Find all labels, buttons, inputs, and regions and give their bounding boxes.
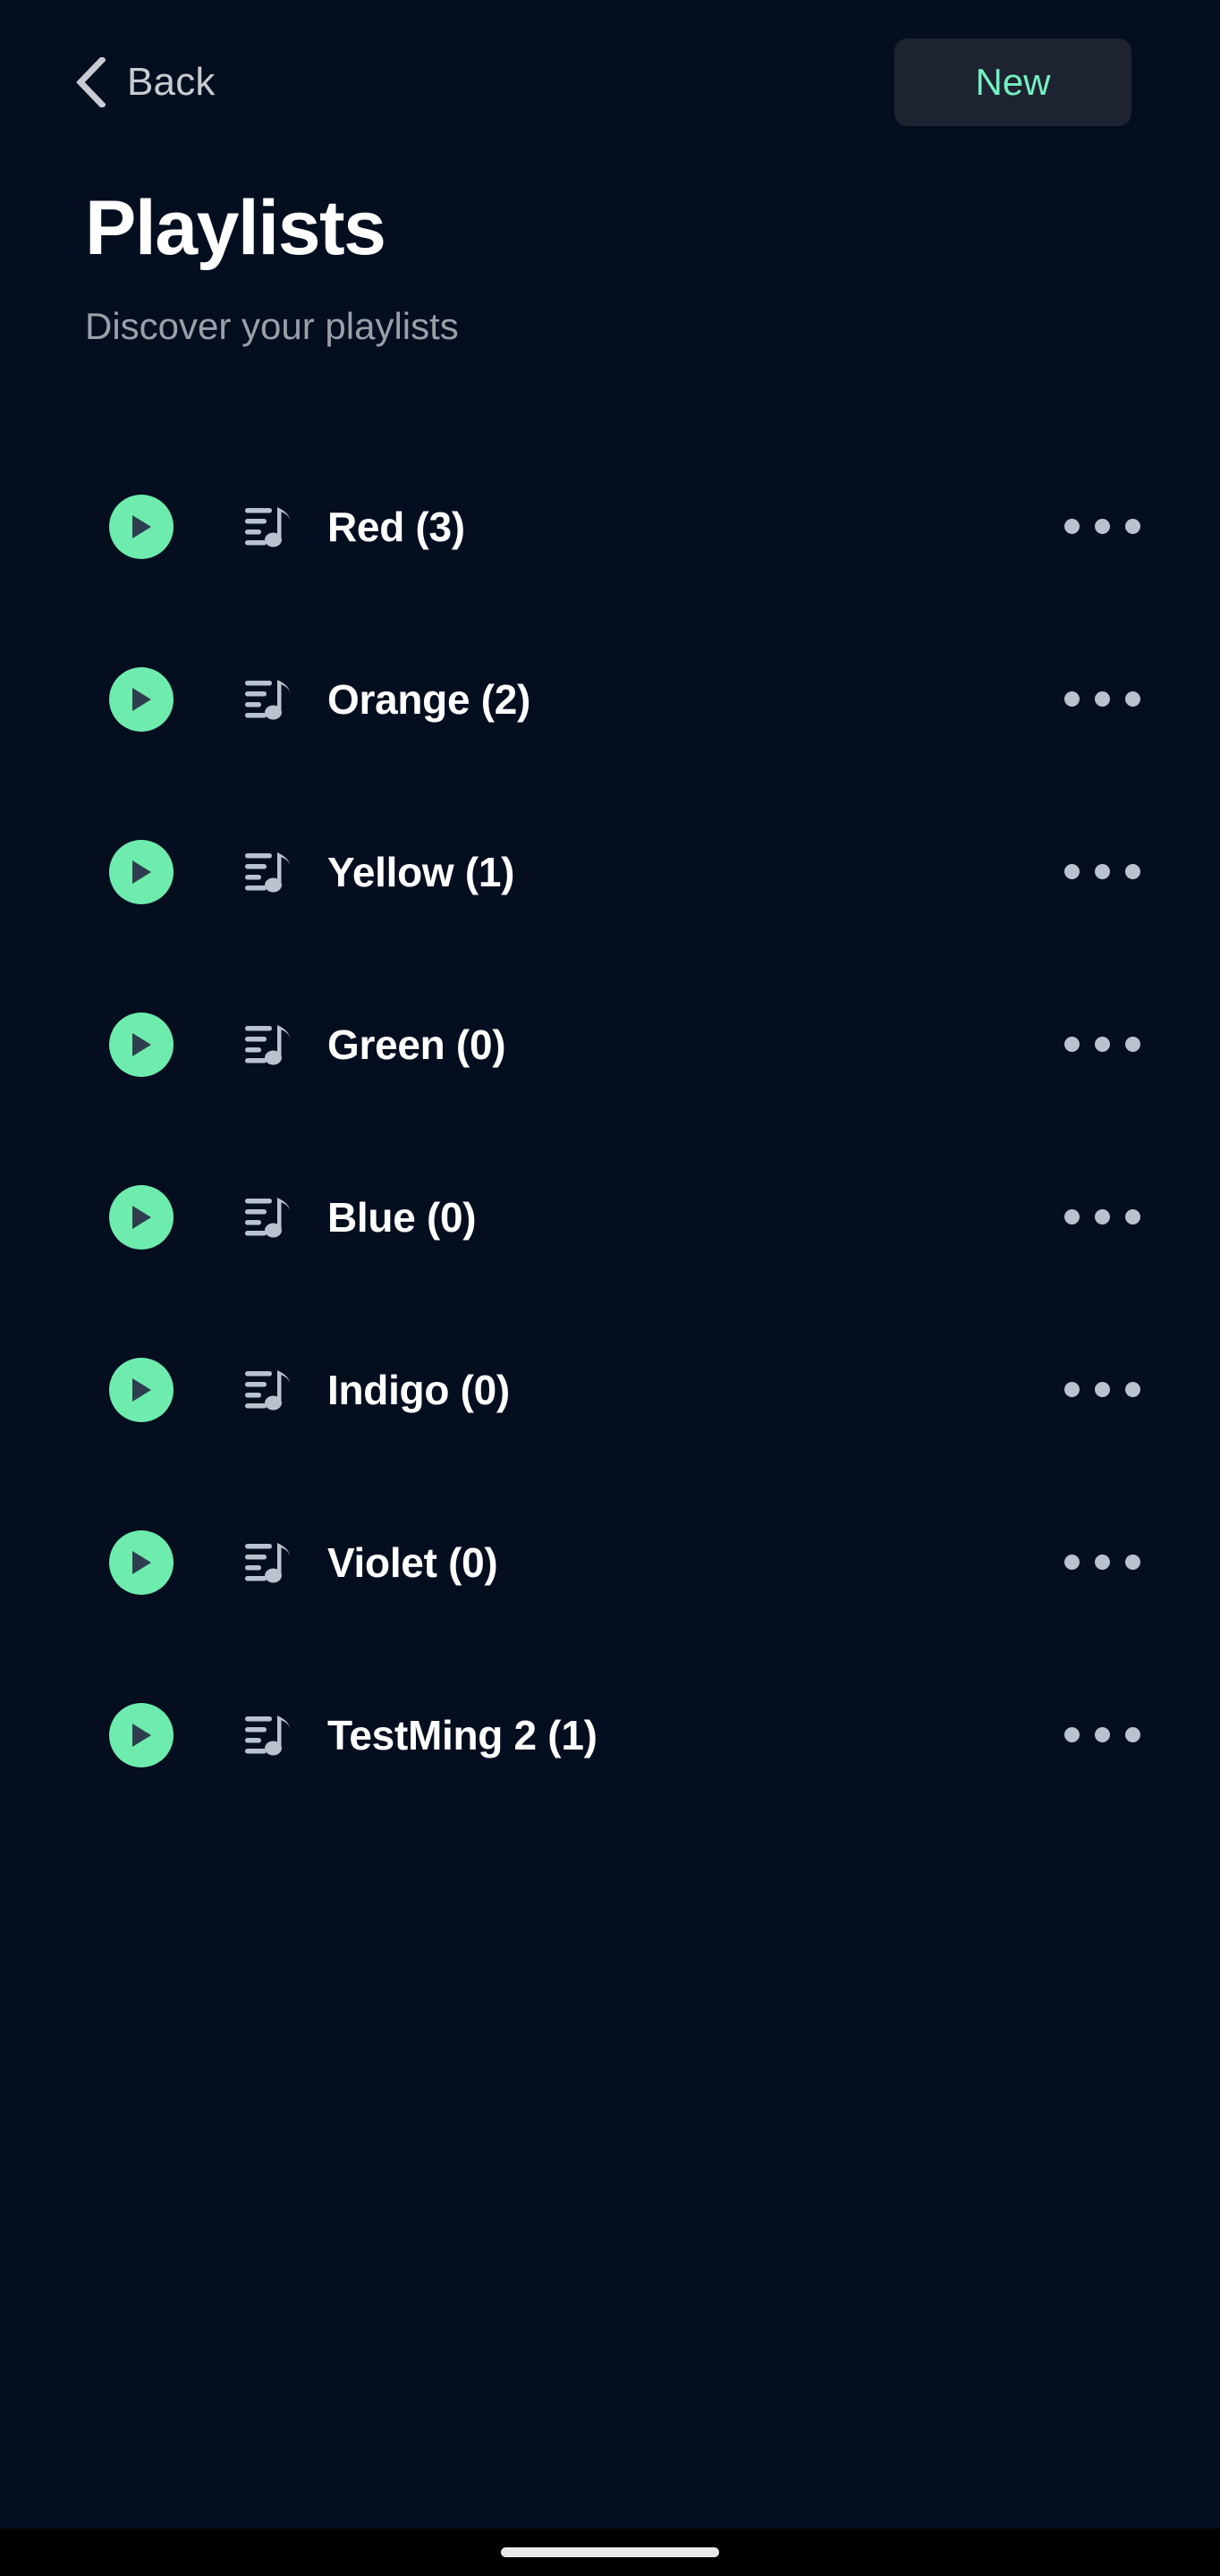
more-options-button-blue[interactable] [1059,1186,1145,1249]
playlist-row[interactable]: Blue (0) [0,1131,1220,1303]
page-header: Playlists Discover your playlists [85,190,1069,345]
more-horizontal-icon-dot-2 [1094,864,1110,879]
playlist-row[interactable]: Orange (2) [0,613,1220,785]
playlists-screen: Back New Playlists Discover your playlis… [0,0,1220,2576]
playlist-name: Yellow (1) [327,848,515,895]
more-horizontal-icon-dot-3 [1124,1555,1140,1570]
more-horizontal-icon-dot-1 [1063,1037,1080,1052]
music-note-icon [245,506,290,547]
play-button-indigo[interactable] [109,1357,174,1422]
playlist-name: Blue (0) [327,1193,477,1241]
music-note-icon [245,1024,290,1064]
playlist-name: Indigo (0) [327,1366,510,1413]
more-options-button-orange[interactable] [1059,668,1145,731]
playlist-row[interactable]: Green (0) [0,958,1220,1131]
more-options-button-yellow[interactable] [1059,841,1145,903]
music-note-icon [245,1197,290,1237]
more-horizontal-icon-dot-2 [1094,1382,1110,1397]
play-triangle-icon [132,1377,151,1402]
more-horizontal-icon-dot-2 [1094,1727,1110,1742]
more-options-button-green[interactable] [1059,1013,1145,1076]
home-indicator[interactable] [501,2547,719,2557]
more-horizontal-icon-dot-2 [1094,1555,1110,1570]
playlist-name: Green (0) [327,1021,506,1068]
more-options-button-red[interactable] [1059,496,1145,558]
page-subtitle: Discover your playlists [85,305,459,347]
playlist-row[interactable]: Red (3) [0,440,1220,613]
music-note-icon [245,1369,290,1410]
more-horizontal-icon-dot-1 [1063,1727,1080,1742]
new-playlist-button[interactable]: New [894,38,1131,126]
new-playlist-button-label: New [975,61,1051,103]
play-button-blue[interactable] [109,1184,174,1250]
more-horizontal-icon-dot-2 [1094,519,1110,534]
play-triangle-icon [132,860,151,884]
back-button-label: Back [127,60,216,104]
playlist-name: Red (3) [327,503,465,550]
play-button-violet[interactable] [109,1530,174,1595]
play-triangle-icon [132,1550,151,1574]
more-horizontal-icon-dot-3 [1124,1209,1140,1224]
play-triangle-icon [132,687,151,711]
play-button-testming-2[interactable] [109,1702,174,1767]
music-note-icon [245,679,290,719]
more-horizontal-icon-dot-3 [1124,1037,1140,1052]
play-triangle-icon [132,1723,151,1747]
back-button[interactable]: Back [75,57,216,107]
music-note-icon [245,1542,290,1582]
more-horizontal-icon-dot-1 [1063,1209,1080,1224]
more-horizontal-icon-dot-3 [1124,1382,1140,1397]
play-triangle-icon [132,1032,151,1056]
more-horizontal-icon-dot-3 [1124,519,1140,534]
more-horizontal-icon-dot-1 [1063,519,1080,534]
chevron-left-icon [76,57,106,107]
playlist-row[interactable]: Indigo (0) [0,1303,1220,1476]
playlist-name: Violet (0) [327,1538,498,1586]
playlist-list: Red (3) Orange (2) Yellow (1) Green (0) … [0,440,1220,1821]
more-options-button-testming-2[interactable] [1059,1704,1145,1767]
play-triangle-icon [132,514,151,538]
more-horizontal-icon-dot-1 [1063,691,1080,707]
music-note-icon [245,1715,290,1755]
more-horizontal-icon-dot-3 [1124,864,1140,879]
navigation-bar: Back New [0,38,1220,127]
play-button-green[interactable] [109,1012,174,1077]
playlist-row[interactable]: Yellow (1) [0,785,1220,958]
playlist-name: Orange (2) [327,675,531,723]
playlist-row[interactable]: TestMing 2 (1) [0,1648,1220,1821]
more-horizontal-icon-dot-2 [1094,1037,1110,1052]
more-horizontal-icon-dot-2 [1094,1209,1110,1224]
more-horizontal-icon-dot-2 [1094,691,1110,707]
more-horizontal-icon-dot-3 [1124,691,1140,707]
play-triangle-icon [132,1205,151,1229]
page-title: Playlists [85,185,386,271]
more-horizontal-icon-dot-3 [1124,1727,1140,1742]
bottom-safe-area [0,2529,1220,2576]
more-options-button-violet[interactable] [1059,1531,1145,1594]
more-horizontal-icon-dot-1 [1063,1555,1080,1570]
playlist-row[interactable]: Violet (0) [0,1476,1220,1648]
play-button-red[interactable] [109,494,174,559]
play-button-yellow[interactable] [109,839,174,904]
more-horizontal-icon-dot-1 [1063,864,1080,879]
playlist-name: TestMing 2 (1) [327,1711,597,1758]
music-note-icon [245,852,290,892]
more-horizontal-icon-dot-1 [1063,1382,1080,1397]
play-button-orange[interactable] [109,666,174,732]
more-options-button-indigo[interactable] [1059,1359,1145,1421]
